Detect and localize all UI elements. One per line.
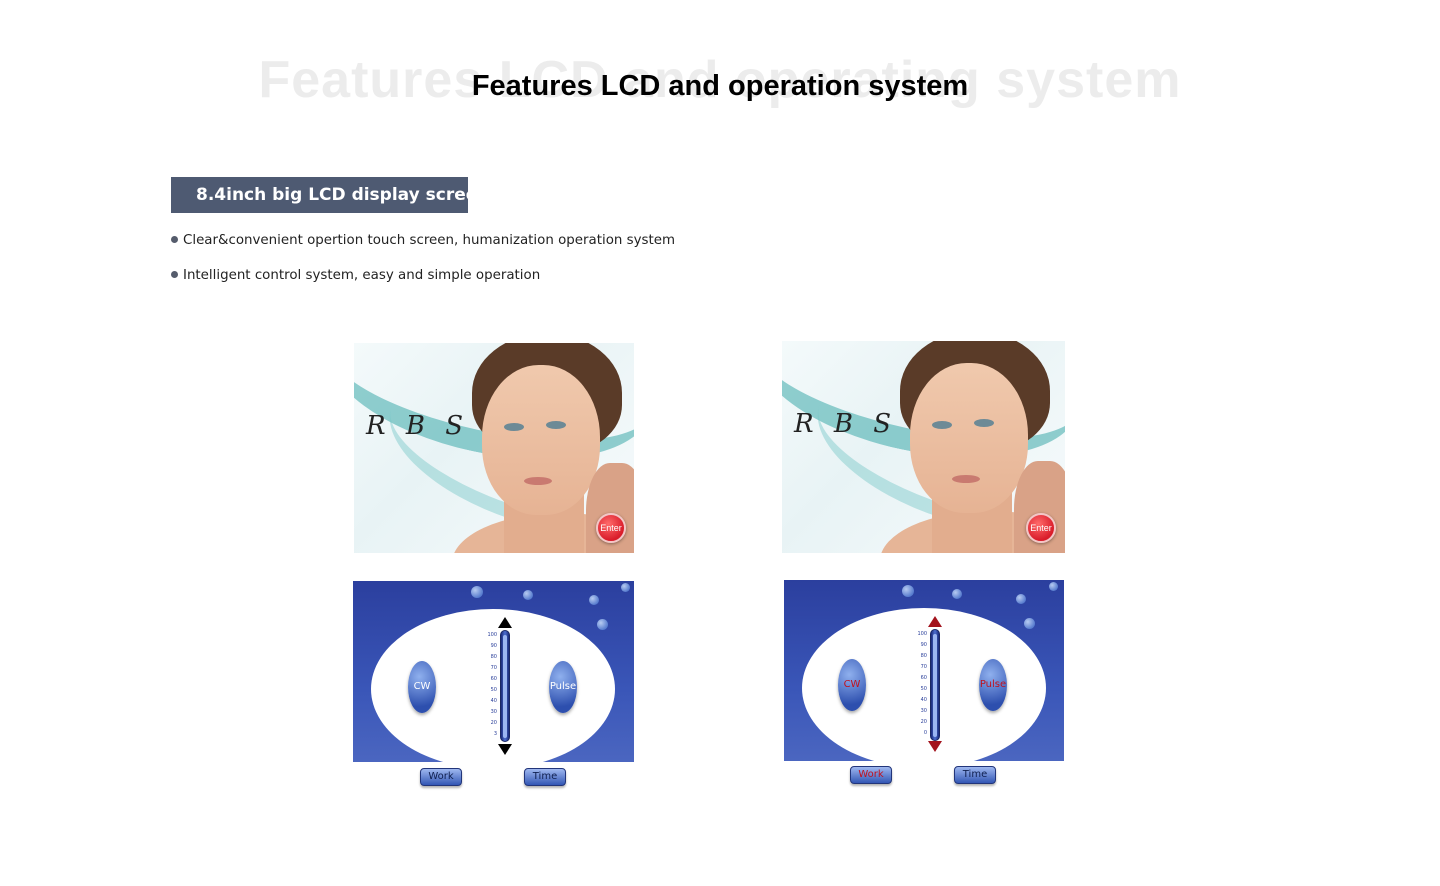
gauge-tick-label: 100 — [487, 632, 497, 638]
intensity-gauge-fill — [503, 634, 507, 738]
gauge-tick-label: 60 — [920, 675, 927, 681]
model-lips — [952, 475, 980, 483]
intensity-gauge[interactable] — [500, 630, 510, 742]
gauge-tick-label: 40 — [490, 698, 497, 704]
gauge-tick-label: 30 — [490, 709, 497, 715]
enter-button[interactable]: Enter — [596, 513, 626, 543]
control-screen: 100 90 80 70 60 50 40 30 20 0 CW Pulse W… — [784, 580, 1064, 793]
intensity-gauge-fill — [933, 633, 937, 737]
decrease-arrow-icon[interactable] — [498, 744, 512, 755]
time-button[interactable]: Time — [524, 768, 566, 786]
gauge-tick-label: 0 — [923, 730, 927, 736]
section-banner: 8.4inch big LCD display screen — [171, 177, 489, 213]
pulse-button[interactable]: Pulse — [549, 661, 577, 713]
gauge-tick-label: 100 — [917, 631, 927, 637]
decrease-arrow-icon[interactable] — [928, 741, 942, 752]
gauge-tick-label: 90 — [490, 643, 497, 649]
bullet-dot-icon — [171, 271, 178, 278]
gauge-tick-label: 70 — [490, 665, 497, 671]
gauge-tick-label: 90 — [920, 642, 927, 648]
splash-screen: R B S Enter — [354, 343, 634, 553]
water-drop-icon — [952, 589, 962, 599]
model-eye — [932, 421, 952, 429]
water-drop-icon — [597, 619, 608, 630]
splash-screen: R B S Enter — [782, 341, 1065, 553]
water-drop-icon — [523, 590, 533, 600]
increase-arrow-icon[interactable] — [928, 616, 942, 627]
work-button[interactable]: Work — [420, 768, 462, 786]
water-drop-icon — [1024, 618, 1035, 629]
model-face — [910, 363, 1028, 513]
water-drop-icon — [902, 585, 914, 597]
work-button[interactable]: Work — [850, 766, 892, 784]
increase-arrow-icon[interactable] — [498, 617, 512, 628]
bullet-item: Clear&convenient opertion touch screen, … — [171, 233, 675, 248]
water-drop-icon — [621, 583, 630, 592]
gauge-tick-label: 40 — [920, 697, 927, 703]
gauge-tick-label: 20 — [920, 719, 927, 725]
model-face — [482, 365, 600, 515]
model-eye — [504, 423, 524, 431]
water-drop-icon — [1016, 594, 1026, 604]
cw-button[interactable]: CW — [838, 659, 866, 711]
cw-button[interactable]: CW — [408, 661, 436, 713]
gauge-tick-label: 50 — [490, 687, 497, 693]
time-button[interactable]: Time — [954, 766, 996, 784]
gauge-tick-label: 3 — [493, 731, 497, 737]
gauge-tick-label: 20 — [490, 720, 497, 726]
gauge-tick-label: 70 — [920, 664, 927, 670]
model-eye — [546, 421, 566, 429]
intensity-gauge[interactable] — [930, 629, 940, 741]
gauge-tick-label: 80 — [920, 653, 927, 659]
model-eye — [974, 419, 994, 427]
brand-logo: R B S — [794, 409, 898, 439]
model-lips — [524, 477, 552, 485]
gauge-tick-label: 30 — [920, 708, 927, 714]
gauge-tick-label: 50 — [920, 686, 927, 692]
pulse-button[interactable]: Pulse — [979, 659, 1007, 711]
page-title: Features LCD and operation system — [471, 70, 969, 102]
enter-button[interactable]: Enter — [1026, 513, 1056, 543]
bullet-text: Clear&convenient opertion touch screen, … — [183, 233, 676, 248]
water-drop-icon — [471, 586, 483, 598]
gauge-tick-label: 60 — [490, 676, 497, 682]
water-drop-icon — [1049, 582, 1058, 591]
bullet-text: Intelligent control system, easy and sim… — [183, 268, 541, 283]
bullet-dot-icon — [171, 236, 178, 243]
gauge-tick-label: 80 — [490, 654, 497, 660]
water-drop-icon — [589, 595, 599, 605]
bullet-item: Intelligent control system, easy and sim… — [171, 268, 540, 283]
control-screen: 100 90 80 70 60 50 40 30 20 3 CW Pulse W… — [353, 581, 634, 793]
brand-logo: R B S — [366, 411, 470, 441]
